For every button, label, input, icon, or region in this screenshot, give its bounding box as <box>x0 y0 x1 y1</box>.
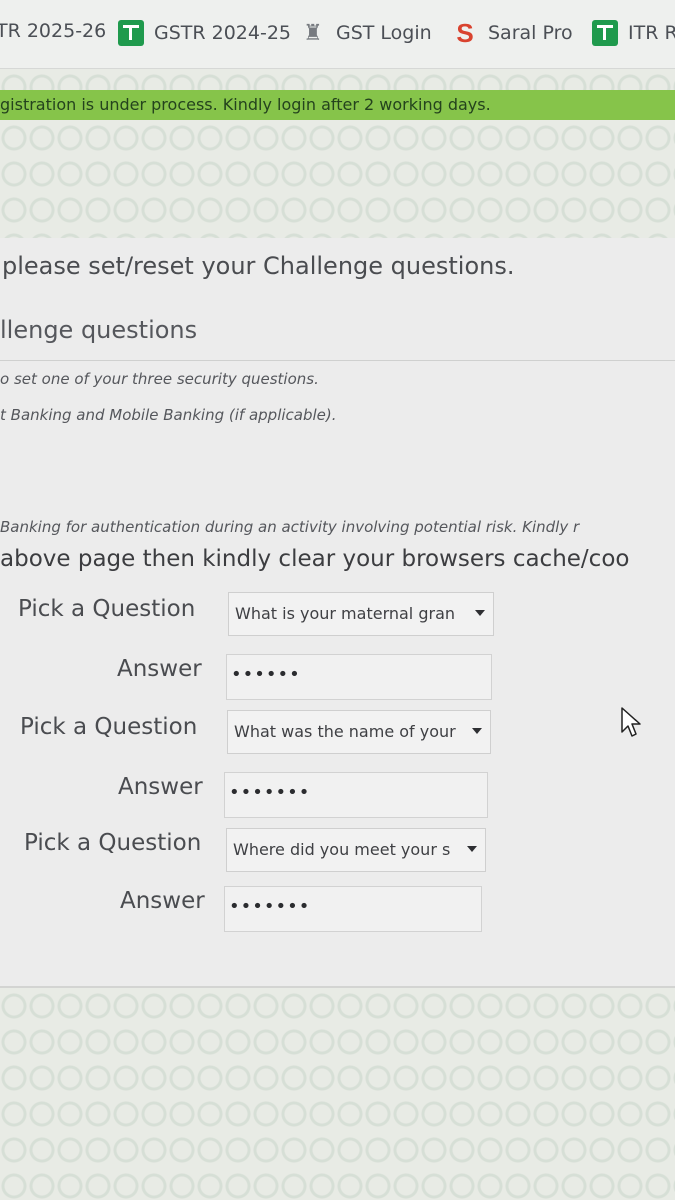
green-tax-icon <box>118 20 144 46</box>
bookmark-itr-2025-26[interactable]: TR 2025-26 <box>0 20 106 42</box>
bookmark-label: GSTR 2024-25 <box>154 22 292 44</box>
bookmark-label: Saral Pro <box>488 22 573 44</box>
green-tax-icon <box>592 20 618 46</box>
answer-field-2[interactable]: ••••••• <box>224 772 488 818</box>
question-select-1[interactable]: What is your maternal gran <box>228 592 494 636</box>
info-line-2: t Banking and Mobile Banking (if applica… <box>0 406 337 424</box>
question-label: Pick a Question <box>20 714 198 740</box>
dropdown-caret-icon <box>472 728 482 734</box>
answer-label: Answer <box>118 774 203 800</box>
divider <box>0 360 675 361</box>
question-select-value: What is your maternal gran <box>235 604 456 623</box>
bookmark-itr[interactable]: ITR R <box>592 20 675 46</box>
risk-info-line: Banking for authentication during an act… <box>0 518 580 536</box>
cache-warning: above page then kindly clear your browse… <box>0 546 630 572</box>
answer-field-3[interactable]: ••••••• <box>224 886 482 932</box>
registration-notice: gistration is under process. Kindly logi… <box>0 90 675 120</box>
bookmark-gstr-2024-25[interactable]: GSTR 2024-25 <box>118 20 291 46</box>
section-heading: llenge questions <box>0 316 198 344</box>
question-select-value: What was the name of your <box>234 722 456 741</box>
answer-field-1[interactable]: •••••• <box>226 654 492 700</box>
background-pattern <box>0 988 675 1200</box>
bookmark-label: ITR R <box>628 22 675 44</box>
page-heading: please set/reset your Challenge question… <box>2 252 515 280</box>
question-label: Pick a Question <box>18 596 196 622</box>
bookmark-label: GST Login <box>336 22 432 44</box>
answer-label: Answer <box>117 656 202 682</box>
background-pattern <box>0 69 675 90</box>
dropdown-caret-icon <box>467 846 477 852</box>
mouse-cursor-icon <box>621 707 641 737</box>
info-line-1: o set one of your three security questio… <box>0 370 319 388</box>
question-label: Pick a Question <box>24 830 202 856</box>
question-select-2[interactable]: What was the name of your <box>227 710 491 754</box>
bookmarks-bar: TR 2025-26 GSTR 2024-25 ♜ GST Login S Sa… <box>0 0 675 69</box>
answer-label: Answer <box>120 888 205 914</box>
emblem-icon: ♜ <box>303 20 323 46</box>
question-select-value: Where did you meet your s <box>233 840 451 859</box>
bookmark-gst-login[interactable]: ♜ GST Login <box>300 20 432 46</box>
bookmark-saral-pro[interactable]: S Saral Pro <box>452 17 573 48</box>
bookmark-label: TR 2025-26 <box>0 20 107 42</box>
saral-logo-icon: S <box>456 17 474 48</box>
question-select-3[interactable]: Where did you meet your s <box>226 828 486 872</box>
dropdown-caret-icon <box>475 610 485 616</box>
background-pattern <box>0 120 675 238</box>
